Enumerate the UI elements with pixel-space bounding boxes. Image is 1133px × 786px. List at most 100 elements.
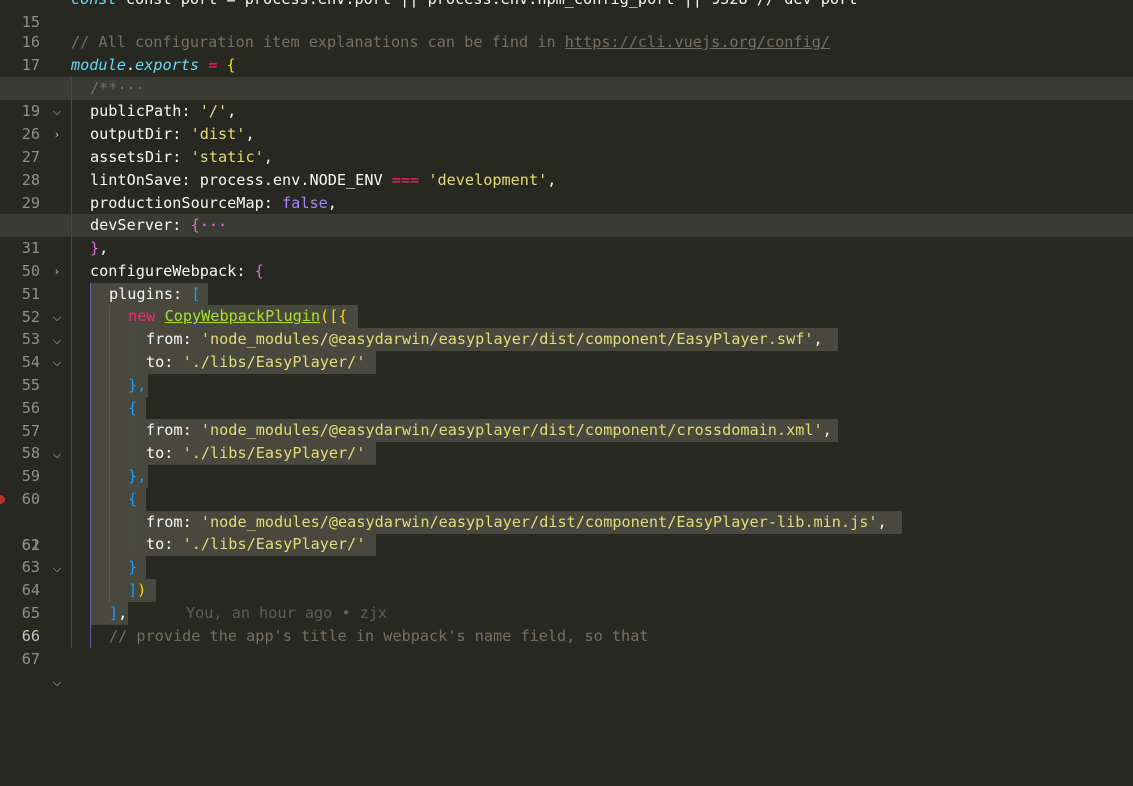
indent-guide (109, 488, 110, 511)
code-line[interactable]: 56 }, (0, 374, 1133, 417)
indent-guide (71, 556, 72, 579)
docs-link[interactable]: https://cli.vuejs.org/config/ (565, 33, 830, 51)
code-line[interactable]: 57 ⌵ { (0, 397, 1133, 461)
code-text: to: './libs/EasyPlayer/' (146, 535, 366, 553)
indent-guide (128, 442, 129, 465)
indent-guide (71, 283, 72, 306)
indent-guide (109, 579, 110, 602)
code-line[interactable]: 67 ⌵ // provide the app's title in webpa… (0, 625, 1133, 689)
indent-guide (90, 351, 91, 374)
code-text: }, (90, 239, 109, 257)
indent-guide (71, 397, 72, 420)
code-text: }, (128, 376, 147, 394)
indent-guide (71, 237, 72, 260)
code-line[interactable]: 63 to: './libs/EasyPlayer/' (0, 533, 1133, 576)
code-line[interactable]: 54 from: 'node_modules/@easydarwin/easyp… (0, 328, 1133, 371)
code-text: ], (109, 604, 128, 622)
code-line[interactable]: 50 }, (0, 237, 1133, 280)
code-line[interactable]: 52 ⌵ plugins: [ (0, 283, 1133, 347)
indent-guide (90, 283, 91, 306)
indent-guide (71, 169, 72, 192)
indent-guide (71, 511, 72, 534)
code-editor[interactable]: 15 const const port = process.env.port |… (0, 0, 1133, 689)
chevron-down-icon[interactable]: ⌵ (50, 671, 64, 694)
indent-guide (109, 328, 110, 351)
indent-guide (71, 465, 72, 488)
code-text: to: './libs/EasyPlayer/' (146, 444, 366, 462)
indent-guide (90, 533, 91, 556)
code-text: devServer: {··· (90, 216, 228, 234)
breakpoint-dot-icon[interactable] (0, 495, 5, 504)
code-text: new CopyWebpackPlugin([{ (128, 307, 348, 325)
code-text: from: 'node_modules/@easydarwin/easyplay… (146, 330, 823, 348)
indent-guide (71, 100, 72, 123)
indent-guide (128, 533, 129, 556)
code-text: // All configuration item explanations c… (71, 31, 830, 54)
code-line[interactable]: 66 ], You, an hour ago • zjx (0, 602, 1133, 645)
code-line[interactable]: 17 // All configuration item explanation… (0, 31, 1133, 74)
code-text: from: 'node_modules/@easydarwin/easyplay… (146, 513, 887, 531)
code-line[interactable]: 55 to: './libs/EasyPlayer/' (0, 351, 1133, 394)
code-line[interactable]: 31 › devServer: {··· (0, 214, 1133, 278)
code-text: }, (128, 467, 147, 485)
code-line[interactable]: 30 productionSourceMap: false, (0, 192, 1133, 235)
code-text: outputDir: 'dist', (90, 125, 255, 143)
code-line[interactable]: 29 lintOnSave: process.env.NODE_ENV === … (0, 169, 1133, 212)
code-line[interactable]: 59 to: './libs/EasyPlayer/' (0, 442, 1133, 485)
code-line[interactable]: 62 from: 'node_modules/@easydarwin/easyp… (0, 511, 1133, 554)
indent-guide (90, 511, 91, 534)
indent-guide (90, 374, 91, 397)
code-text: to: './libs/EasyPlayer/' (146, 353, 366, 371)
indent-guide (128, 511, 129, 534)
code-text: from: 'node_modules/@easydarwin/easyplay… (146, 421, 832, 439)
code-text: module.exports = { (71, 56, 236, 74)
indent-guide (90, 465, 91, 488)
indent-guide (109, 533, 110, 556)
selection-highlight (90, 488, 146, 511)
indent-guide (71, 419, 72, 442)
indent-guide (71, 77, 72, 100)
indent-guide (109, 374, 110, 397)
code-line[interactable]: 60 }, (0, 465, 1133, 508)
indent-guide (71, 260, 72, 283)
indent-guide (109, 397, 110, 420)
indent-guide (90, 305, 91, 328)
indent-guide (109, 465, 110, 488)
indent-guide (71, 328, 72, 351)
code-text: publicPath: '/', (90, 102, 237, 120)
indent-guide (90, 328, 91, 351)
git-blame-annotation: You, an hour ago • zjx (186, 604, 388, 622)
code-line[interactable]: 18 ⌵ module.exports = { (0, 54, 1133, 118)
code-text: ]) (128, 581, 147, 599)
code-line[interactable]: 53 ⌵ new CopyWebpackPlugin([{ (0, 305, 1133, 369)
indent-guide (71, 442, 72, 465)
selection-highlight (90, 397, 146, 420)
code-line[interactable]: 26 publicPath: '/', (0, 100, 1133, 143)
code-text: plugins: [ (109, 285, 201, 303)
indent-guide (109, 442, 110, 465)
indent-guide (90, 602, 91, 625)
indent-guide (109, 511, 110, 534)
code-line[interactable]: 61 ⌵ { (0, 488, 1133, 575)
indent-guide (71, 351, 72, 374)
code-line[interactable]: 19 › /**··· (0, 77, 1133, 141)
code-line[interactable]: 27 outputDir: 'dist', (0, 123, 1133, 166)
indent-guide (71, 579, 72, 602)
code-text: lintOnSave: process.env.NODE_ENV === 'de… (90, 171, 557, 189)
code-line[interactable]: 65 ]) (0, 579, 1133, 622)
selection-highlight (90, 556, 146, 579)
code-line[interactable]: 16 (0, 8, 1133, 51)
indent-guide (90, 625, 91, 648)
line-number: 67 (21, 650, 40, 668)
indent-guide (71, 374, 72, 397)
indent-guide (90, 488, 91, 511)
code-line[interactable]: 64 } (0, 556, 1133, 599)
indent-guide (71, 305, 72, 328)
code-line[interactable]: 28 assetsDir: 'static', (0, 146, 1133, 189)
indent-guide (90, 442, 91, 465)
code-line[interactable]: 51 ⌵ configureWebpack: { (0, 260, 1133, 324)
indent-guide (90, 579, 91, 602)
code-line[interactable]: 58 from: 'node_modules/@easydarwin/easyp… (0, 419, 1133, 462)
code-text: /**··· (90, 79, 145, 97)
code-text: { (128, 490, 138, 508)
